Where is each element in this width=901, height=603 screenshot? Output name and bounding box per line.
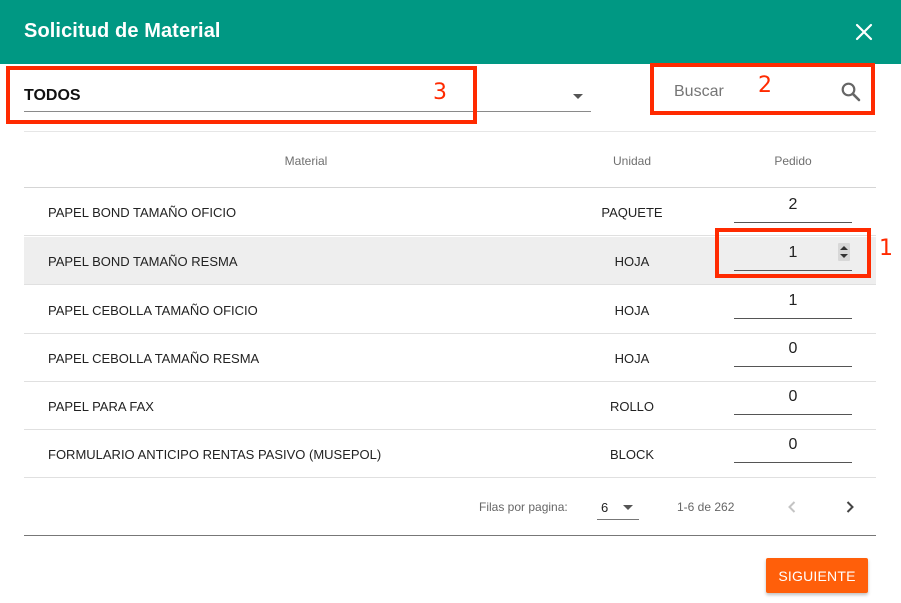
material-unit: HOJA	[614, 351, 650, 366]
table-row[interactable]: FORMULARIO ANTICIPO RENTAS PASIVO (MUSEP…	[24, 430, 876, 478]
quantity-input[interactable]: 2	[734, 195, 852, 223]
chevron-down-icon[interactable]	[840, 254, 848, 258]
quantity-value: 1	[788, 244, 798, 261]
chevron-up-icon[interactable]	[840, 246, 848, 250]
column-header-order: Pedido	[774, 154, 812, 168]
rows-per-page-value: 6	[601, 500, 609, 515]
chevron-down-icon	[623, 505, 633, 510]
material-name: PAPEL PARA FAX	[48, 399, 154, 414]
next-button[interactable]: SIGUIENTE	[766, 558, 868, 593]
annotation-number-3: 3	[433, 80, 447, 105]
category-filter-value: TODOS	[24, 87, 81, 104]
rows-per-page-label: Filas por pagina:	[479, 500, 568, 514]
chevron-left-icon[interactable]	[780, 495, 804, 519]
category-filter-select[interactable]: TODOS	[24, 80, 591, 112]
table-header: Material Unidad Pedido	[24, 131, 876, 188]
annotation-number-2: 2	[758, 73, 772, 98]
chevron-down-icon	[573, 94, 583, 99]
dialog-header: Solicitud de Material	[0, 0, 901, 64]
annotation-number-1: 1	[879, 236, 893, 261]
table-row[interactable]: PAPEL PARA FAX ROLLO 0	[24, 382, 876, 430]
material-unit: PAQUETE	[601, 205, 663, 220]
material-name: PAPEL CEBOLLA TAMAÑO OFICIO	[48, 303, 258, 318]
page-range: 1-6 de 262	[677, 500, 735, 514]
table-row[interactable]: PAPEL BOND TAMAÑO OFICIO PAQUETE 2	[24, 188, 876, 236]
quantity-input[interactable]: 0	[734, 435, 852, 463]
table-row[interactable]: PAPEL BOND TAMAÑO RESMA HOJA 1	[24, 237, 876, 285]
column-header-material: Material	[284, 154, 328, 168]
spinner-icon[interactable]	[838, 243, 850, 261]
material-unit: HOJA	[614, 254, 650, 269]
quantity-input[interactable]: 0	[734, 339, 852, 367]
material-unit: BLOCK	[609, 447, 655, 462]
material-request-dialog: Solicitud de Material TODOS Material Uni…	[0, 0, 901, 603]
table-pagination: Filas por pagina: 6 1-6 de 262	[24, 478, 876, 536]
rows-per-page-select[interactable]: 6	[597, 494, 639, 520]
quantity-input[interactable]: 0	[734, 387, 852, 415]
column-header-unit: Unidad	[612, 154, 652, 168]
search-icon[interactable]	[840, 81, 862, 103]
material-unit: HOJA	[614, 303, 650, 318]
material-name: PAPEL BOND TAMAÑO RESMA	[48, 254, 238, 269]
material-name: PAPEL BOND TAMAÑO OFICIO	[48, 205, 237, 220]
close-icon[interactable]	[852, 20, 876, 44]
search-input[interactable]	[674, 79, 824, 105]
material-name: FORMULARIO ANTICIPO RENTAS PASIVO (MUSEP…	[48, 447, 382, 462]
quantity-stepper[interactable]: 1	[734, 243, 852, 271]
material-name: PAPEL CEBOLLA TAMAÑO RESMA	[48, 351, 260, 366]
table-row[interactable]: PAPEL CEBOLLA TAMAÑO OFICIO HOJA 1	[24, 286, 876, 334]
chevron-right-icon[interactable]	[838, 495, 862, 519]
quantity-input[interactable]: 1	[734, 291, 852, 319]
dialog-title: Solicitud de Material	[24, 20, 221, 42]
material-unit: ROLLO	[609, 399, 655, 414]
table-row[interactable]: PAPEL CEBOLLA TAMAÑO RESMA HOJA 0	[24, 334, 876, 382]
